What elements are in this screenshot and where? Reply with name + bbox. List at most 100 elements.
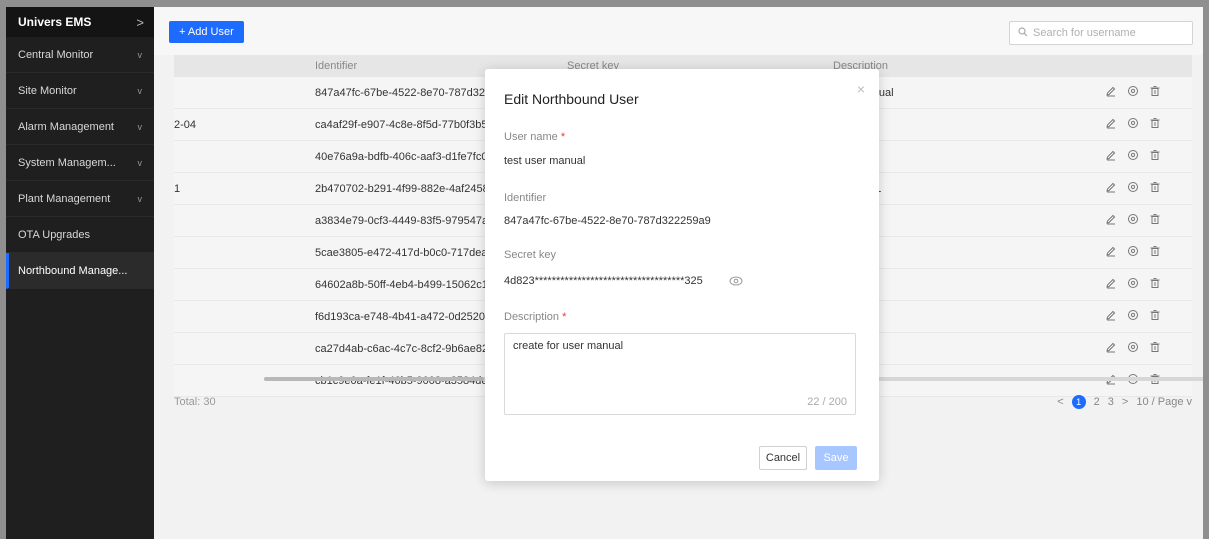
row-identifier-cell: 2b470702-b291-4f99-882e-4af24587 [315,182,495,195]
sidebar-item-label: Plant Management [18,192,111,205]
gear-icon[interactable] [1127,85,1139,100]
pencil-icon[interactable] [1105,85,1117,100]
eye-icon[interactable] [729,274,743,288]
gear-icon[interactable] [1127,117,1139,132]
row-name-cell: 1 [174,182,181,195]
row-identifier-cell: f6d193ca-e748-4b41-a472-0d2520b [315,310,492,323]
pencil-icon[interactable] [1105,149,1117,164]
pencil-icon[interactable] [1105,341,1117,356]
gear-icon[interactable] [1127,181,1139,196]
pencil-icon[interactable] [1105,245,1117,260]
description-text: create for user manual [513,340,624,352]
row-actions [1105,213,1161,228]
collapse-chevron-icon[interactable]: > [136,15,144,30]
sidebar-item-label: OTA Upgrades [18,228,90,241]
sidebar: Univers EMS > Central Monitor v Site Mon… [6,7,154,539]
chevron-down-icon: v [137,49,143,60]
toolbar: + Add User [154,7,1203,55]
secret-key-label: Secret key [504,249,556,261]
sidebar-item-label: Northbound Manage... [18,264,128,277]
gear-icon[interactable] [1127,277,1139,292]
row-actions [1105,309,1161,324]
trash-icon[interactable] [1149,341,1161,356]
pagination: < 1 2 3 > 10 / Page v [1057,395,1192,409]
page-2-button[interactable]: 2 [1094,396,1100,408]
row-identifier-cell: 64602a8b-50ff-4eb4-b499-15062c14 [315,278,495,291]
chevron-down-icon: v [137,85,143,96]
username-label: User name * [504,131,565,143]
search-input[interactable] [1033,27,1183,39]
trash-icon[interactable] [1149,245,1161,260]
total-count: Total: 30 [174,396,216,408]
row-actions [1105,181,1161,196]
brand-title: Univers EMS [18,15,92,29]
username-value: test user manual [504,155,586,167]
sidebar-item-ota-upgrades[interactable]: OTA Upgrades [6,217,154,253]
row-actions [1105,245,1161,260]
row-name-cell: 2-04 [174,118,197,131]
search-box[interactable] [1009,21,1193,45]
pencil-icon[interactable] [1105,277,1117,292]
save-button[interactable]: Save [815,446,857,470]
row-identifier-cell: ca4af29f-e907-4c8e-8f5d-77b0f3b5b [315,118,494,131]
gear-icon[interactable] [1127,213,1139,228]
page-3-button[interactable]: 3 [1108,396,1114,408]
pencil-icon[interactable] [1105,309,1117,324]
app-frame: Univers EMS > Central Monitor v Site Mon… [6,7,1203,539]
page-1-button[interactable]: 1 [1071,395,1086,409]
row-actions [1105,117,1161,132]
sidebar-item-system-management[interactable]: System Managem... v [6,145,154,181]
cancel-button[interactable]: Cancel [759,446,807,470]
pencil-icon[interactable] [1105,181,1117,196]
row-identifier-cell: 40e76a9a-bdfb-406c-aaf3-d1fe7fc06 [315,150,494,163]
identifier-label: Identifier [504,192,547,204]
row-identifier-cell: a3834e79-0cf3-4449-83f5-979547a6 [315,214,495,227]
trash-icon[interactable] [1149,117,1161,132]
trash-icon[interactable] [1149,181,1161,196]
chevron-down-icon: v [137,157,143,168]
pencil-icon[interactable] [1105,213,1117,228]
trash-icon[interactable] [1149,85,1161,100]
gear-icon[interactable] [1127,245,1139,260]
sidebar-item-label: Site Monitor [18,84,77,97]
row-actions [1105,341,1161,356]
pencil-icon[interactable] [1105,117,1117,132]
scrollbar-thumb[interactable] [264,377,484,381]
trash-icon[interactable] [1149,149,1161,164]
required-mark: * [560,131,566,143]
sidebar-item-site-monitor[interactable]: Site Monitor v [6,73,154,109]
trash-icon[interactable] [1149,277,1161,292]
secret-key-value: 4d823***********************************… [504,275,703,287]
prev-page-button[interactable]: < [1057,396,1063,408]
sidebar-item-plant-management[interactable]: Plant Management v [6,181,154,217]
gear-icon[interactable] [1127,341,1139,356]
description-label: Description * [504,311,566,323]
identifier-value: 847a47fc-67be-4522-8e70-787d322259a9 [504,215,711,227]
gear-icon[interactable] [1127,149,1139,164]
brand-header[interactable]: Univers EMS > [6,7,154,37]
page-size-select[interactable]: 10 / Page v [1136,396,1192,408]
row-actions [1105,149,1161,164]
sidebar-item-label: System Managem... [18,156,116,169]
description-textarea[interactable]: create for user manual 22 / 200 [504,333,856,415]
sidebar-item-northbound-management[interactable]: Northbound Manage... [6,253,154,289]
edit-user-modal: Edit Northbound User × User name * test … [485,69,879,481]
char-counter: 22 / 200 [807,396,847,408]
close-icon[interactable]: × [857,81,865,97]
username-label-text: User name [504,131,558,143]
sidebar-item-central-monitor[interactable]: Central Monitor v [6,37,154,73]
sidebar-item-label: Alarm Management [18,120,114,133]
chevron-down-icon: v [137,121,143,132]
row-actions [1105,277,1161,292]
add-user-button[interactable]: + Add User [169,21,244,43]
header-identifier: Identifier [315,60,358,72]
sidebar-item-label: Central Monitor [18,48,94,61]
trash-icon[interactable] [1149,309,1161,324]
row-actions [1105,85,1161,100]
trash-icon[interactable] [1149,213,1161,228]
row-identifier-cell: 847a47fc-67be-4522-8e70-787d3222 [315,86,498,99]
gear-icon[interactable] [1127,309,1139,324]
sidebar-item-alarm-management[interactable]: Alarm Management v [6,109,154,145]
next-page-button[interactable]: > [1122,396,1128,408]
row-identifier-cell: ca27d4ab-c6ac-4c7c-8cf2-9b6ae82f [315,342,492,355]
